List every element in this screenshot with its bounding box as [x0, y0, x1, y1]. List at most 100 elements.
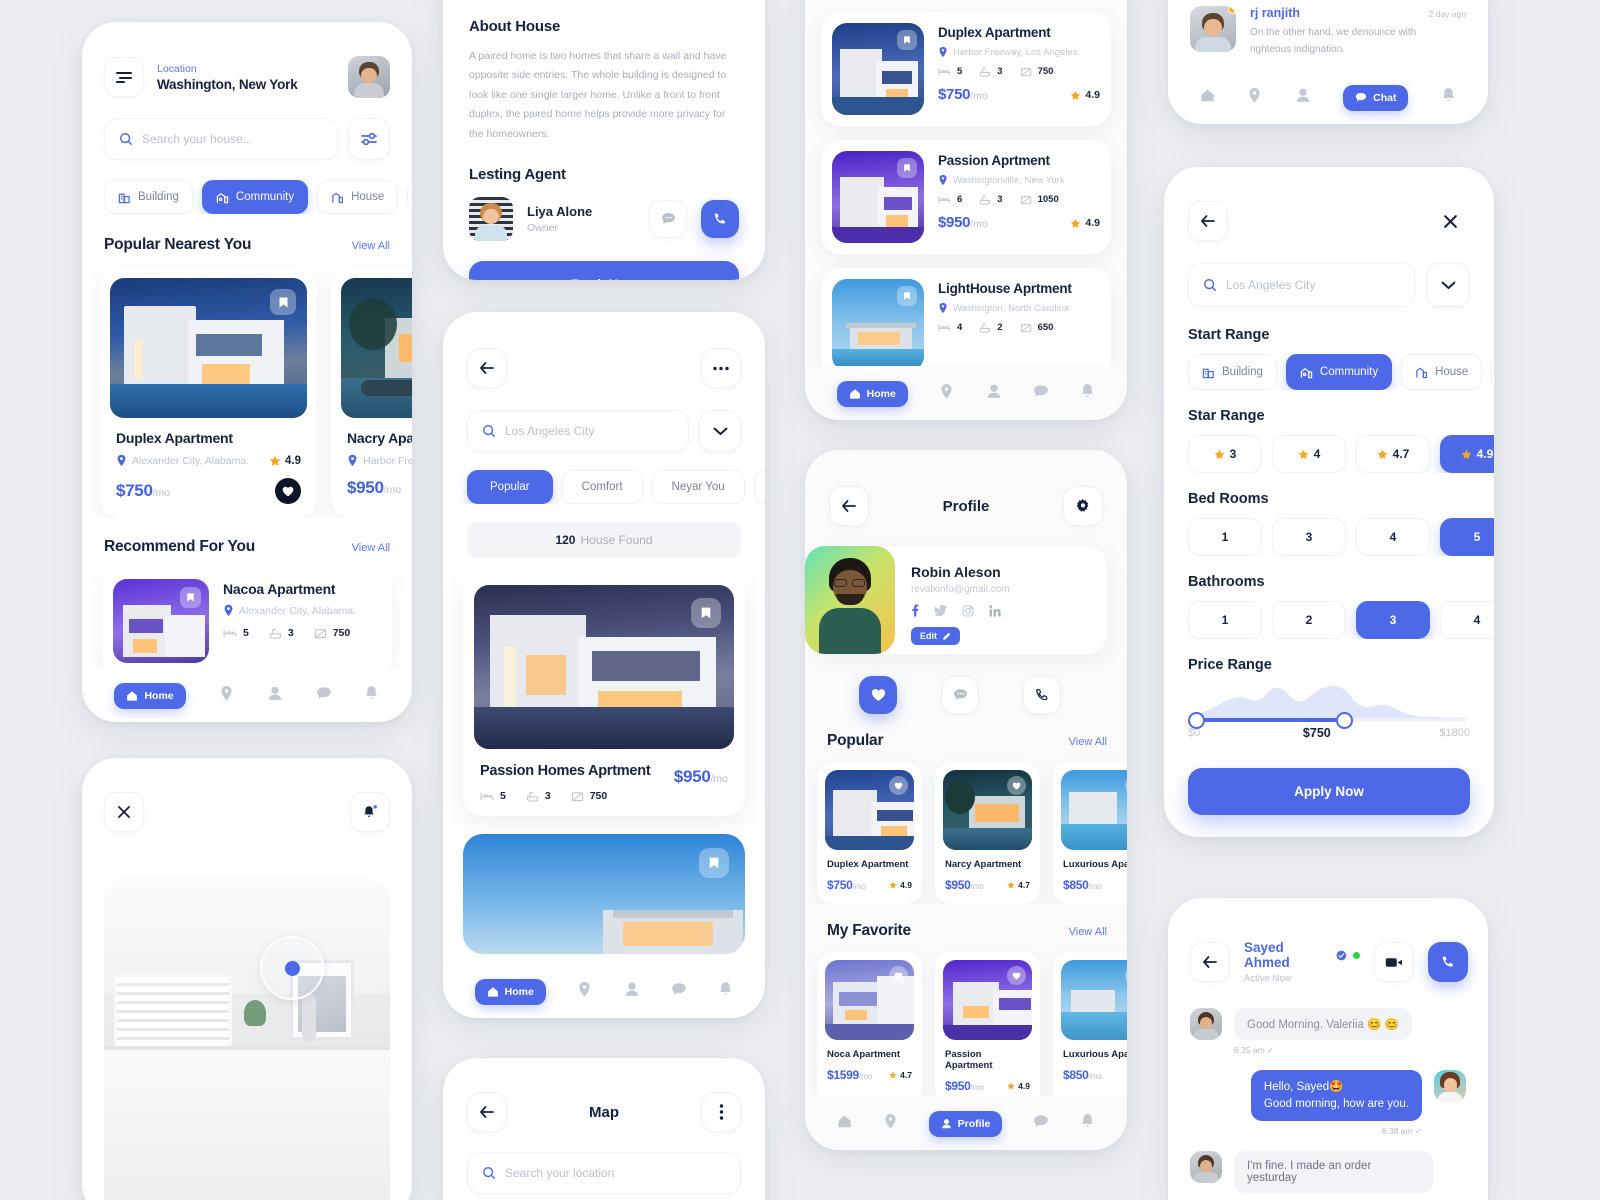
favorite-button[interactable]: [1007, 776, 1026, 795]
bookmark-button[interactable]: [897, 30, 917, 50]
list-item[interactable]: LightHouse Aprtment Washington, North Ca…: [821, 268, 1111, 382]
nav-profile[interactable]: Profile: [928, 1110, 1003, 1137]
bookmark-button[interactable]: [691, 598, 721, 628]
mini-card[interactable]: Luxurious Apartment $850/mo: [1053, 762, 1127, 904]
nav-chat[interactable]: [1033, 1114, 1049, 1134]
popular-view-all[interactable]: View All: [1069, 736, 1107, 748]
star-option-4-9[interactable]: 4.9: [1440, 435, 1494, 473]
nav-location[interactable]: [219, 685, 234, 707]
notification-item[interactable]: rj ranjith 2 day ago On the other hand, …: [1168, 0, 1488, 58]
bed-option-4[interactable]: 4: [1356, 518, 1430, 556]
nav-home[interactable]: Home: [114, 682, 186, 709]
map-search-input[interactable]: Search your location: [467, 1152, 741, 1194]
ar-focus-ring[interactable]: [260, 936, 324, 1000]
close-button[interactable]: [104, 792, 144, 832]
dropdown-button[interactable]: [1426, 263, 1470, 307]
nav-chat[interactable]: Chat: [1343, 84, 1409, 111]
action-chat[interactable]: [941, 676, 979, 714]
filter-chip-house-bed[interactable]: House: [1491, 354, 1494, 390]
action-call[interactable]: [1023, 676, 1061, 714]
apply-now-button[interactable]: Apply Now: [1188, 768, 1470, 815]
nav-chat[interactable]: [671, 982, 687, 1002]
agent-call-button[interactable]: [701, 200, 739, 239]
nav-profile[interactable]: [1295, 87, 1311, 108]
city-search-input[interactable]: Los Angeles City: [1188, 263, 1415, 307]
bookmark-button[interactable]: [897, 158, 917, 178]
recommend-view-all[interactable]: View All: [352, 542, 390, 554]
back-button[interactable]: [1188, 201, 1228, 241]
chip-community[interactable]: Community: [201, 180, 309, 214]
tab-near-you[interactable]: Neyar You: [651, 470, 745, 504]
mini-card[interactable]: Duplex Apartment $750/mo 4.9: [817, 762, 922, 904]
back-button[interactable]: [1190, 942, 1230, 982]
tab-popular[interactable]: Popular: [467, 470, 553, 504]
result-card[interactable]: Passion Homes Aprtment 5 3 750 $950/mo: [463, 574, 745, 816]
bookmark-button[interactable]: [897, 286, 917, 306]
nav-location[interactable]: [939, 383, 954, 405]
menu-button[interactable]: [104, 57, 144, 97]
nav-home[interactable]: [837, 1114, 852, 1134]
favorite-button[interactable]: [889, 966, 908, 985]
city-search-input[interactable]: Los Angeles City: [467, 410, 689, 452]
favorite-button[interactable]: [275, 478, 301, 504]
bookmark-button[interactable]: [699, 848, 729, 878]
nav-location[interactable]: [577, 981, 592, 1003]
star-option-4[interactable]: 4: [1272, 435, 1346, 473]
bath-option-2[interactable]: 2: [1272, 601, 1346, 639]
action-favorite[interactable]: [859, 676, 897, 714]
bookmark-button[interactable]: [270, 289, 296, 315]
bath-option-4[interactable]: 4: [1440, 601, 1494, 639]
nav-location[interactable]: [883, 1113, 898, 1135]
property-card[interactable]: Duplex Apartment Alexander City, Alabama…: [100, 268, 317, 518]
edit-profile-button[interactable]: Edit: [911, 627, 960, 645]
list-item[interactable]: Duplex Apartment Harbor Freeway, Los Ang…: [821, 12, 1111, 126]
chip-building[interactable]: Building: [104, 180, 193, 214]
favorite-view-all[interactable]: View All: [1069, 926, 1107, 938]
tab-comfort[interactable]: Comfort: [561, 470, 643, 504]
filter-chip-house[interactable]: House: [1401, 354, 1483, 390]
result-card[interactable]: [463, 834, 745, 954]
nav-notifications[interactable]: [718, 981, 733, 1002]
slider-handle-max[interactable]: [1336, 712, 1353, 729]
back-button[interactable]: [829, 486, 869, 526]
nav-home[interactable]: [1200, 88, 1215, 108]
location-block[interactable]: Location Washington, New York: [157, 63, 335, 92]
recommend-card[interactable]: Nacoa Apartment Alexander City, Alabama.…: [102, 568, 392, 674]
voice-call-button[interactable]: [1428, 942, 1468, 982]
favorite-button[interactable]: [889, 776, 908, 795]
agent-chat-button[interactable]: [649, 200, 687, 239]
bed-option-5[interactable]: 5: [1440, 518, 1494, 556]
back-button[interactable]: [467, 348, 507, 388]
more-button[interactable]: [701, 1092, 741, 1132]
chip-house-bed[interactable]: House: [407, 180, 412, 214]
avatar[interactable]: [348, 56, 390, 98]
list-item[interactable]: Passion Aprtment Washingtonville, New Yo…: [821, 140, 1111, 254]
star-option-4-7[interactable]: 4.7: [1356, 435, 1430, 473]
nav-chat[interactable]: [1033, 384, 1049, 404]
nav-notifications[interactable]: [364, 685, 379, 706]
popular-view-all[interactable]: View All: [352, 240, 390, 252]
dropdown-button[interactable]: [699, 410, 741, 452]
bath-option-3[interactable]: 3: [1356, 601, 1430, 639]
nav-home[interactable]: Home: [474, 978, 546, 1005]
chip-house[interactable]: House: [317, 180, 399, 214]
mini-card[interactable]: Narcy Apartment $950/mo 4.7: [935, 762, 1040, 904]
bath-option-1[interactable]: 1: [1188, 601, 1262, 639]
nav-notifications[interactable]: [1441, 87, 1456, 108]
favorite-button[interactable]: [1007, 966, 1026, 985]
notify-button[interactable]: [350, 792, 390, 832]
nav-home[interactable]: Home: [836, 380, 908, 407]
mini-card[interactable]: Noca Apartment $1599/mo 4.7: [817, 952, 922, 1105]
property-card[interactable]: Nacry Apartment Harbor Freeway, Los Ange…: [331, 268, 412, 518]
filter-chip-building[interactable]: Building: [1188, 354, 1277, 390]
bed-option-1[interactable]: 1: [1188, 518, 1262, 556]
bookmark-button[interactable]: [180, 587, 201, 608]
nav-location[interactable]: [1247, 87, 1262, 109]
tab-building[interactable]: Building: [753, 470, 765, 504]
filter-chip-community[interactable]: Community: [1285, 354, 1393, 390]
more-button[interactable]: [701, 348, 741, 388]
favorite-button[interactable]: [1125, 966, 1127, 985]
back-button[interactable]: [467, 1092, 507, 1132]
nav-profile[interactable]: [624, 981, 640, 1002]
nav-notifications[interactable]: [1080, 383, 1095, 404]
